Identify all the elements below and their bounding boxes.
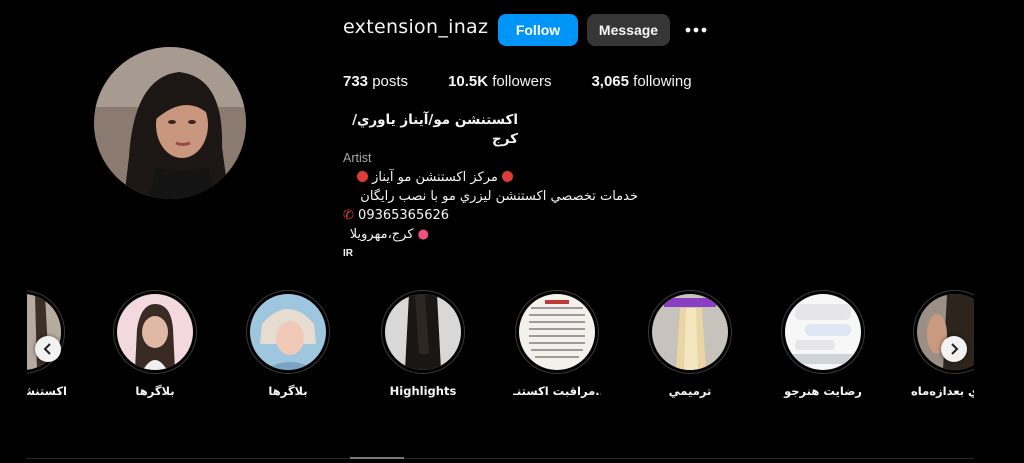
message-button[interactable]: Message bbox=[587, 14, 670, 46]
highlight-item[interactable]: مراقبت اکستنـ... bbox=[513, 290, 601, 398]
highlight-label: ترميمي bbox=[668, 384, 712, 398]
followers-stat[interactable]: 10.5K followers bbox=[448, 73, 551, 90]
red-dot-icon bbox=[357, 171, 369, 182]
active-tab-indicator bbox=[350, 457, 404, 459]
chevron-right-icon bbox=[951, 343, 959, 355]
highlight-label: مراقبت اکستنـ... bbox=[513, 384, 601, 398]
bio-location: کرج،مهرويلا bbox=[349, 227, 414, 242]
bio-name: اکستنشن مو/آیناز یاوري/کرج bbox=[352, 112, 518, 147]
highlights-row: اکستنشن بلاگرها بلاگرها bbox=[27, 290, 974, 410]
highlight-thumbnail bbox=[785, 294, 861, 370]
bio-phone-line: ✆ 09365365626 bbox=[343, 206, 663, 225]
highlight-label: رضايت هنرجو bbox=[784, 384, 862, 398]
bio-category: Artist bbox=[343, 151, 372, 165]
bio-line-2: خدمات تخصصي اکستنشن ليزري مو با نصب رايگ… bbox=[360, 189, 638, 204]
profile-stats: 733 posts 10.5K followers 3,065 followin… bbox=[343, 73, 732, 90]
posts-count: 733 bbox=[343, 73, 369, 90]
highlight-thumbnail bbox=[652, 294, 728, 370]
more-horizontal-icon bbox=[685, 27, 707, 33]
highlight-item[interactable]: رضايت هنرجو bbox=[779, 290, 867, 398]
bio-line-1-text: مرکز اکستنشن مو آیناز bbox=[372, 170, 498, 185]
tab-divider bbox=[26, 458, 974, 459]
pin-icon: ● bbox=[417, 227, 429, 242]
red-dot-icon bbox=[502, 171, 513, 182]
phone-icon: ✆ bbox=[343, 208, 354, 223]
bio-line-1: مرکز اکستنشن مو آیناز bbox=[343, 168, 513, 187]
followers-count: 10.5K bbox=[448, 73, 489, 90]
posts-stat: 733 posts bbox=[343, 73, 408, 90]
following-label: following bbox=[633, 73, 692, 90]
highlight-label: بلاگرها bbox=[268, 384, 308, 398]
profile-username: extension_inaz bbox=[343, 16, 489, 38]
more-options-button[interactable] bbox=[684, 20, 708, 40]
highlight-thumbnail bbox=[117, 294, 193, 370]
bio-location-line: ● کرج،مهرويلا bbox=[343, 225, 429, 244]
following-count: 3,065 bbox=[591, 73, 629, 90]
highlight-item[interactable]: ترميمي bbox=[646, 290, 734, 398]
highlight-label: Highlights bbox=[389, 384, 457, 398]
bio-phone: 09365365626 bbox=[358, 208, 450, 223]
highlight-label: ي بعدازه‌ماه bbox=[911, 384, 974, 398]
posts-label: posts bbox=[372, 73, 409, 90]
highlight-item[interactable]: بلاگرها bbox=[244, 290, 332, 398]
highlight-label: بلاگرها bbox=[135, 384, 175, 398]
avatar-image bbox=[94, 47, 246, 199]
profile-avatar[interactable] bbox=[94, 47, 246, 199]
follow-button[interactable]: Follow bbox=[498, 14, 578, 46]
profile-bio: اکستنشن مو/آیناز یاوري/کرج Artist مرکز ا… bbox=[343, 111, 663, 263]
highlight-item[interactable]: Highlights bbox=[379, 290, 467, 398]
highlight-thumbnail bbox=[519, 294, 595, 370]
highlight-thumbnail bbox=[250, 294, 326, 370]
highlight-thumbnail bbox=[385, 294, 461, 370]
highlight-item[interactable]: بلاگرها bbox=[111, 290, 199, 398]
highlight-label: اکستنشن bbox=[27, 384, 67, 398]
chevron-left-icon bbox=[43, 343, 51, 355]
highlights-next-button[interactable] bbox=[941, 336, 967, 362]
highlights-prev-button[interactable] bbox=[35, 336, 61, 362]
following-stat[interactable]: 3,065 following bbox=[591, 73, 691, 90]
bio-country: IR bbox=[343, 248, 353, 259]
followers-label: followers bbox=[492, 73, 552, 90]
